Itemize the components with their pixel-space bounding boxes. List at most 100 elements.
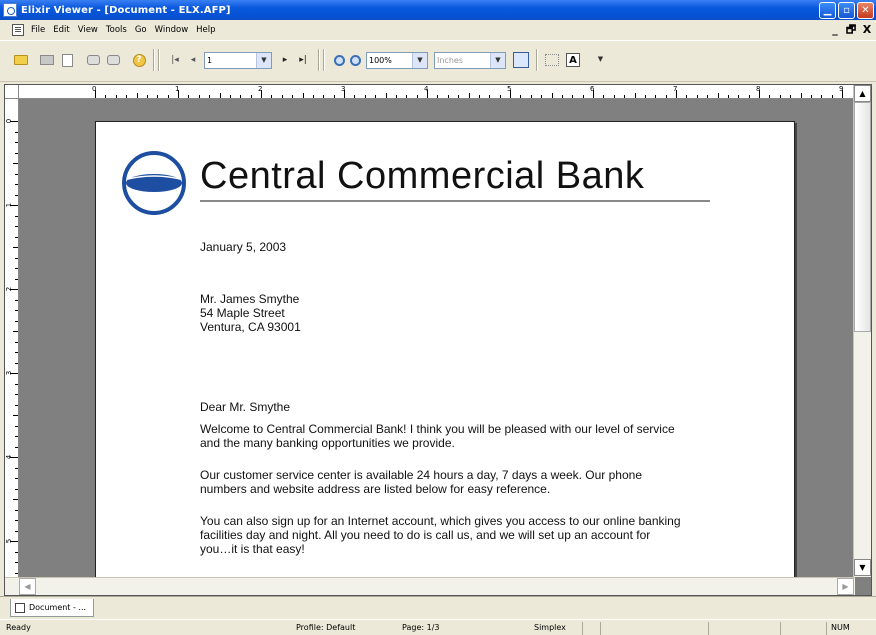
menu-view[interactable]: View xyxy=(74,25,102,35)
menu-go[interactable]: Go xyxy=(131,25,151,35)
scroll-down-icon[interactable]: ▼ xyxy=(854,559,871,576)
chevron-down-icon[interactable]: ▼ xyxy=(256,53,271,68)
ruler-tick xyxy=(15,226,18,227)
menu-tools[interactable]: Tools xyxy=(102,25,131,35)
ruler-tick xyxy=(146,95,148,98)
ruler-tick xyxy=(727,95,729,98)
ruler-tick xyxy=(395,95,397,98)
ruler-tick xyxy=(15,152,18,154)
print-preview-icon[interactable] xyxy=(58,51,76,69)
chevron-down-icon[interactable]: ▼ xyxy=(593,52,608,67)
app-icon[interactable] xyxy=(3,3,17,17)
bank-name: Central Commercial Bank xyxy=(200,155,645,197)
first-page-icon[interactable]: |◂ xyxy=(166,51,184,69)
menu-window[interactable]: Window xyxy=(151,25,193,35)
ruler-tick xyxy=(10,289,18,290)
ruler-tick xyxy=(240,95,242,98)
chevron-down-icon[interactable]: ▼ xyxy=(412,53,427,68)
ruler-tick xyxy=(15,194,18,196)
ruler-tick xyxy=(665,95,667,98)
mdi-close-button[interactable]: X xyxy=(860,23,874,37)
horizontal-scrollbar[interactable]: ◀ ▶ xyxy=(5,577,855,595)
ruler-tick xyxy=(427,90,428,98)
previous-page-icon[interactable]: ◂ xyxy=(184,51,202,69)
toolbar: ? |◂ ◂ 1 ▼ ▸ ▸| 100% ▼ Inches ▼ A ▼ xyxy=(0,40,876,82)
ruler-tick xyxy=(779,95,781,98)
ruler-tick xyxy=(13,247,18,248)
scroll-left-icon[interactable]: ◀ xyxy=(19,578,36,595)
units-combo[interactable]: Inches ▼ xyxy=(434,52,506,69)
scroll-up-icon[interactable]: ▲ xyxy=(854,85,871,102)
ruler-tick xyxy=(344,90,345,98)
zoom-combo[interactable]: 100% ▼ xyxy=(366,52,428,69)
ruler-tick xyxy=(800,93,802,98)
select-mode-dropdown[interactable]: ▼ xyxy=(582,52,608,69)
ruler-tick xyxy=(15,530,18,532)
ruler-tick xyxy=(136,93,138,98)
ruler-tick xyxy=(530,95,532,98)
chevron-down-icon[interactable]: ▼ xyxy=(490,53,505,68)
ruler-tick xyxy=(572,95,574,98)
status-bar: Ready Profile: Default Page: 1/3 Simplex… xyxy=(0,619,876,635)
header-divider xyxy=(200,200,710,202)
ruler-tick xyxy=(15,362,18,364)
ruler-tick xyxy=(13,163,18,164)
scroll-right-icon[interactable]: ▶ xyxy=(837,578,854,595)
ruler-tick xyxy=(15,509,18,511)
ruler-tick xyxy=(655,95,657,98)
vertical-scrollbar[interactable]: ▲ ▼ xyxy=(853,85,871,577)
ruler-tick xyxy=(15,551,18,553)
ruler-tick xyxy=(551,93,553,98)
status-ready: Ready xyxy=(6,623,31,632)
ruler-tick xyxy=(15,352,18,353)
mdi-restore-button[interactable]: 🗗 xyxy=(844,23,858,37)
next-page-icon[interactable]: ▸ xyxy=(276,51,294,69)
zoom-out-icon[interactable] xyxy=(346,51,364,69)
document-icon[interactable] xyxy=(12,24,24,36)
ruler-tick xyxy=(10,541,18,542)
print-icon[interactable] xyxy=(38,51,56,69)
document-page: Central Commercial Bank January 5, 2003 … xyxy=(95,121,795,591)
mdi-minimize-button[interactable]: _ xyxy=(828,23,842,37)
ruler-tick xyxy=(478,95,480,98)
last-page-icon[interactable]: ▸| xyxy=(294,51,312,69)
ruler-tick xyxy=(115,95,117,98)
maximize-button[interactable]: ▫ xyxy=(838,1,855,19)
ruler-tick xyxy=(15,142,18,143)
help-icon[interactable]: ? xyxy=(130,51,148,69)
ruler-tick xyxy=(738,95,740,98)
ruler-tick xyxy=(178,90,179,98)
paragraph-line: facilities day and night. All you need t… xyxy=(200,528,651,542)
ruler-tick xyxy=(416,95,418,98)
ruler-tick xyxy=(676,90,677,98)
ruler-tick xyxy=(15,467,18,469)
ruler-tick xyxy=(406,95,408,98)
fit-page-icon[interactable] xyxy=(512,51,530,69)
bank-logo-icon xyxy=(122,151,186,215)
ruler-tick xyxy=(15,215,18,217)
text-select-icon[interactable]: A xyxy=(564,51,582,69)
ruler-tick xyxy=(261,90,262,98)
grid-icon[interactable] xyxy=(543,51,561,69)
document-icon xyxy=(15,602,25,613)
minimize-button[interactable]: ▁ xyxy=(819,1,836,19)
ruler-tick xyxy=(15,184,18,185)
ruler-tick xyxy=(323,95,325,98)
ruler-tick xyxy=(292,95,294,98)
status-duplex: Simplex xyxy=(534,623,566,632)
find-next-icon[interactable] xyxy=(104,51,122,69)
menu-file[interactable]: File xyxy=(27,25,49,35)
tab-document[interactable]: Document - ... xyxy=(10,599,94,617)
menu-help[interactable]: Help xyxy=(192,25,219,35)
close-button[interactable]: ✕ xyxy=(857,1,874,19)
menu-edit[interactable]: Edit xyxy=(49,25,73,35)
ruler-tick xyxy=(15,446,18,448)
open-icon[interactable] xyxy=(12,51,30,69)
find-icon[interactable] xyxy=(84,51,102,69)
ruler-tick xyxy=(541,95,543,98)
ruler-tick xyxy=(15,131,18,133)
vertical-scroll-thumb[interactable] xyxy=(854,102,871,332)
page-number-combo[interactable]: 1 ▼ xyxy=(204,52,272,69)
document-workspace: 0123456789 012345 Central Commercial Ban… xyxy=(4,84,872,596)
ruler-tick xyxy=(167,95,169,98)
